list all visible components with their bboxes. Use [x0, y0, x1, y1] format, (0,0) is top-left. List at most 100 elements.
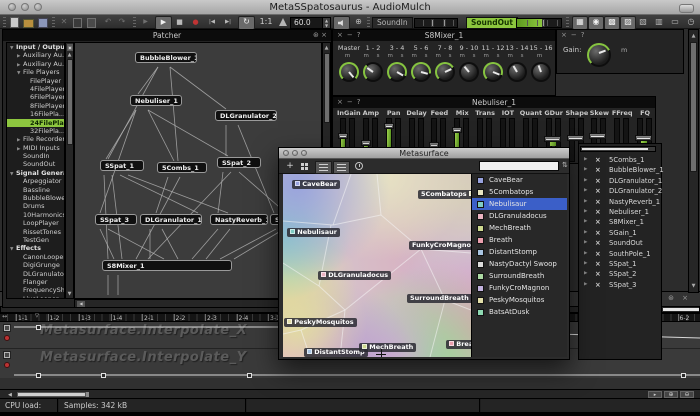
palette-item-8fileplayer[interactable]: 8FilePlayer — [7, 102, 64, 110]
snapshot-list-item[interactable]: SurroundBreath — [472, 270, 567, 282]
surface-snapshot-5combatops[interactable]: 5Combatops — [418, 190, 471, 199]
scroll-thumb[interactable] — [663, 308, 699, 311]
record-arm-icon[interactable]: ◉ — [588, 16, 604, 30]
palette-item-soundout[interactable]: SoundOut — [7, 160, 64, 168]
mixer-view-icon[interactable]: ▩ — [604, 16, 620, 30]
slider-handle[interactable] — [567, 135, 584, 141]
mixer-minimize-icon[interactable]: − — [347, 31, 357, 39]
nebuliser-help-icon[interactable]: ? — [357, 98, 365, 106]
expand-icon[interactable]: ▶ — [584, 238, 587, 248]
interpolation-crosshair[interactable] — [376, 349, 386, 357]
palette-item-6fileplayer[interactable]: 6FilePlayer — [7, 93, 64, 101]
meter-handle[interactable] — [443, 19, 446, 27]
timeline-pan-button[interactable]: ▸ — [648, 391, 662, 398]
expand-icon[interactable]: ▶ — [584, 249, 587, 259]
patch-node-nastyreverb_1[interactable]: NastyReverb_1 — [210, 214, 268, 225]
paste-icon[interactable] — [87, 18, 96, 28]
snapshot-list[interactable]: CaveBear5CombatopsNebulisaurDLGranuladoc… — [471, 174, 567, 357]
palette-item-24filepla[interactable]: 24FilePla... — [7, 119, 64, 127]
gain-mute-label[interactable]: m — [621, 46, 627, 54]
slider-handle[interactable] — [338, 133, 348, 139]
automation-target-sgain_1[interactable]: ▶×SGain_1 — [579, 228, 663, 238]
list-view-2-icon[interactable] — [333, 161, 350, 174]
palette-item-bassline[interactable]: Bassline — [7, 186, 64, 194]
gain-close-icon[interactable]: × — [561, 31, 571, 39]
palette-item-loopplayer[interactable]: LoopPlayer — [7, 219, 64, 227]
automation-target-s8mixer_1[interactable]: ▶×S8Mixer_1 — [579, 217, 663, 227]
channel-knob[interactable] — [339, 62, 359, 82]
cut-icon[interactable]: ✕ — [58, 16, 70, 28]
new-file-icon[interactable] — [10, 17, 19, 28]
palette-item-effects[interactable]: ▼Effects — [7, 244, 64, 252]
add-snapshot-icon[interactable]: + — [284, 161, 296, 172]
scroll-thumb-cap[interactable] — [86, 392, 89, 397]
snapshot-list-item[interactable]: FunkyCroMagnon — [472, 282, 567, 294]
palette-item-arpeggiator[interactable]: Arpeggiator — [7, 177, 64, 185]
playhead-marker-icon[interactable]: ▽ — [35, 313, 39, 319]
expand-icon[interactable]: ▶ — [584, 259, 587, 269]
snapshot-list-item[interactable]: CaveBear — [472, 174, 567, 186]
palette-item-rissettones[interactable]: RissetTones — [7, 228, 64, 236]
tempo-spinner[interactable]: ▲▼ — [322, 17, 331, 29]
zoom-out-button[interactable]: ⊖ — [680, 391, 694, 398]
metasurface-titlebar[interactable]: Metasurface — [279, 148, 569, 159]
palette-item-bubbleblower[interactable]: BubbleBlower — [7, 194, 64, 202]
slider-handle[interactable] — [635, 135, 652, 141]
slider-handle[interactable] — [452, 127, 462, 133]
loop-button[interactable]: ↻ — [238, 16, 255, 30]
toolbar-widget-icon[interactable] — [679, 4, 694, 13]
gain-knob[interactable] — [587, 43, 611, 67]
palette-item-16filepla[interactable]: 16FilePla... — [7, 110, 64, 118]
scroll-thumb[interactable] — [582, 148, 648, 150]
palette-item-livelooper[interactable]: LiveLooper — [7, 295, 64, 299]
surface-snapshot-breath[interactable]: Breath — [446, 340, 471, 349]
gain-minimize-icon[interactable]: − — [571, 31, 581, 39]
patch-node-dlgranulator_2[interactable]: DLGranulator_2 — [215, 110, 277, 121]
scroll-up-icon[interactable]: ▲ — [323, 45, 330, 51]
expand-icon[interactable]: ▶ — [584, 155, 587, 165]
palette-scrollbar[interactable]: ▣ ▲ ▼ — [65, 42, 74, 299]
expand-icon[interactable]: ▶ — [584, 207, 587, 217]
soundin-label[interactable]: SoundIn — [372, 17, 413, 29]
patch-node-sspat_3[interactable]: SSpat_3 — [95, 214, 137, 225]
automation-close-icon[interactable]: × — [682, 294, 688, 302]
automation-point[interactable] — [36, 325, 41, 330]
expand-icon[interactable]: ▶ — [584, 176, 587, 186]
palette-item-fileplayer[interactable]: FilePlayer — [7, 77, 64, 85]
time-ratio-label[interactable]: 1:1 — [258, 16, 274, 28]
automation-target-southpole_1[interactable]: ▶×SouthPole_1 — [579, 249, 663, 259]
scroll-thumb[interactable] — [17, 392, 86, 397]
undo-icon[interactable]: ↶ — [102, 16, 114, 28]
palette-item-auxiliaryau[interactable]: ▶Auxiliary Au... — [7, 60, 64, 68]
delete-icon[interactable]: × — [595, 238, 601, 248]
palette-item-soundin[interactable]: SoundIn — [7, 152, 64, 160]
redo-icon[interactable]: ↷ — [116, 16, 128, 28]
palette-item-flanger[interactable]: Flanger — [7, 278, 64, 286]
go-end-button[interactable]: ▶| — [221, 16, 235, 28]
gain-help-icon[interactable]: ? — [581, 31, 589, 39]
slider-handle[interactable] — [544, 136, 561, 142]
scroll-down-icon[interactable]: ▼ — [689, 283, 698, 289]
delete-icon[interactable]: × — [595, 176, 601, 186]
window-titlebar[interactable]: MetaSSpatosaurus - AudioMulch — [0, 0, 700, 15]
lane-y-record-icon[interactable] — [4, 362, 10, 368]
automation-target-nebuliser_1[interactable]: ▶×Nebuliser_1 — [579, 207, 663, 217]
surface-snapshot-surroundbreath[interactable]: SurroundBreath — [407, 294, 471, 303]
automation-target-dlgranulator_1[interactable]: ▶×DLGranulator_1 — [579, 176, 663, 186]
channel-mute-solo[interactable]: m s — [433, 53, 457, 59]
channel-mute-solo[interactable]: m — [337, 53, 361, 59]
surface-snapshot-dlgranuladocus[interactable]: DLGranuladocus — [318, 271, 391, 280]
palette-item-inputoutput[interactable]: ▼Input / Output — [7, 43, 64, 51]
edit-pen-icon[interactable]: ▧ — [636, 16, 650, 28]
palette-item-auxiliaryau[interactable]: ▶Auxiliary Au... — [7, 51, 64, 59]
go-start-button[interactable]: |◀ — [205, 16, 219, 28]
palette-item-drums[interactable]: Drums — [7, 202, 64, 210]
soundout-label[interactable]: SoundOut — [466, 17, 518, 29]
network-clock-icon[interactable]: ⊕ — [352, 16, 365, 28]
automation-target-soundout[interactable]: ▶×SoundOut — [579, 238, 663, 248]
scroll-thumb[interactable] — [690, 42, 697, 172]
metasurface-search-input[interactable] — [479, 161, 559, 171]
channel-mute-solo[interactable]: m s — [505, 53, 529, 59]
patch-node-sspat_1[interactable]: SSpat_1 — [100, 160, 144, 171]
lane-x-enable-checkbox[interactable] — [3, 324, 11, 332]
